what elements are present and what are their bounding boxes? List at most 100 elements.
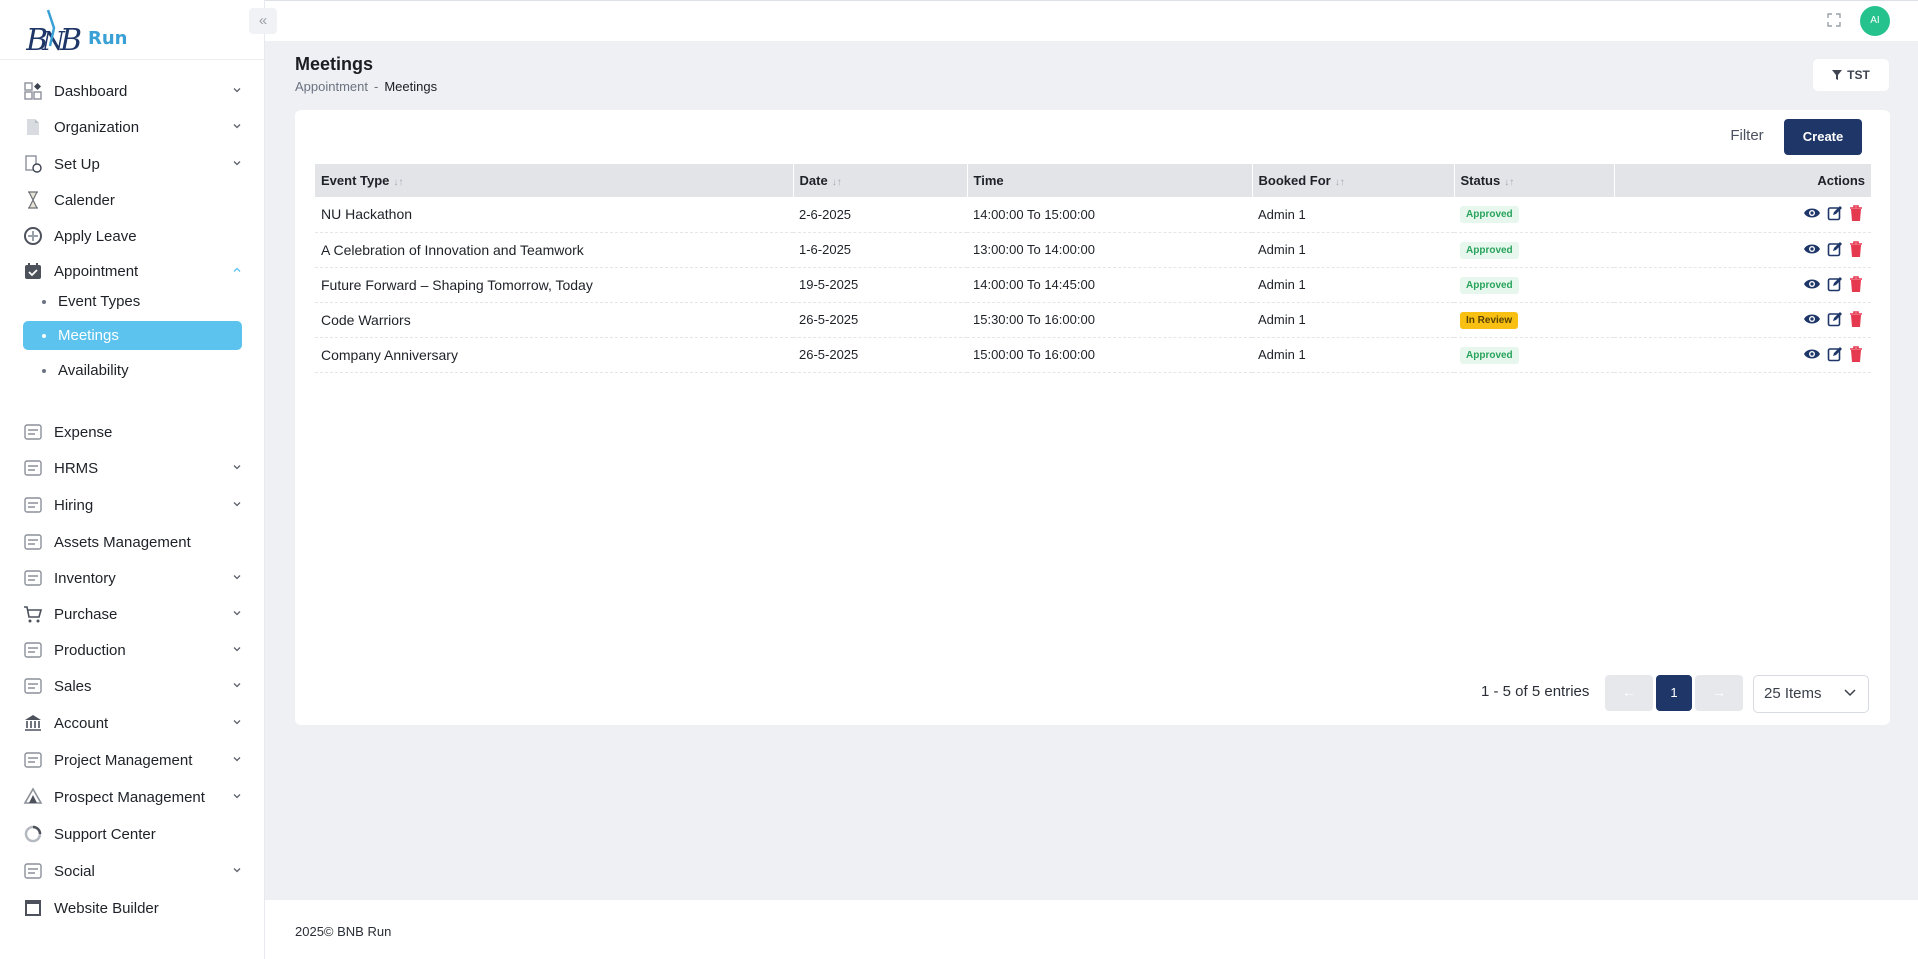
- edit-icon[interactable]: [1827, 276, 1843, 292]
- cell-date: 1-6-2025: [793, 232, 967, 268]
- fullscreen-icon[interactable]: [1825, 11, 1843, 29]
- delete-trash-icon[interactable]: [1849, 240, 1863, 257]
- column-header-status[interactable]: Status ↓↑: [1454, 164, 1615, 197]
- delete-trash-icon[interactable]: [1849, 275, 1863, 292]
- pagination-page-1[interactable]: 1: [1656, 675, 1692, 711]
- dashboard-icon: [23, 81, 43, 101]
- view-eye-icon[interactable]: [1803, 206, 1821, 220]
- sidebar-item-inventory[interactable]: Inventory: [23, 563, 243, 593]
- column-header-booked-for[interactable]: Booked For ↓↑: [1252, 164, 1455, 197]
- sidebar-item-label: Expense: [54, 423, 113, 441]
- cell-booked-for: Admin 1: [1252, 337, 1454, 373]
- sidebar-item-dashboard[interactable]: Dashboard: [23, 76, 243, 106]
- sidebar-item-account[interactable]: Account: [23, 708, 243, 738]
- cell-status: Approved: [1454, 337, 1614, 373]
- pagination-next-button[interactable]: →: [1695, 675, 1743, 711]
- table-row[interactable]: Code Warriors 26-5-2025 15:30:00 To 16:0…: [315, 302, 1871, 338]
- sidebar-subitem-availability[interactable]: Availability: [23, 356, 242, 385]
- sort-icon[interactable]: ↓↑: [1335, 177, 1345, 188]
- social-icon: [23, 861, 43, 881]
- status-badge: Approved: [1460, 276, 1519, 294]
- sidebar-item-hiring[interactable]: Hiring: [23, 490, 243, 520]
- delete-trash-icon[interactable]: [1849, 205, 1863, 222]
- sidebar-item-assets-management[interactable]: Assets Management: [23, 527, 243, 557]
- table-row[interactable]: Company Anniversary 26-5-2025 15:00:00 T…: [315, 337, 1871, 373]
- hiring-icon: [23, 495, 43, 515]
- view-eye-icon[interactable]: [1803, 312, 1821, 326]
- breadcrumb-appointment[interactable]: Appointment: [295, 79, 368, 94]
- sidebar-subitem-meetings[interactable]: Meetings: [23, 321, 242, 350]
- column-header-time: Time: [967, 164, 1253, 197]
- chevron-up-icon: [233, 267, 241, 272]
- chevron-down-icon: [1844, 689, 1856, 697]
- sidebar-item-appointment[interactable]: Appointment: [23, 256, 243, 286]
- sidebar-item-set-up[interactable]: Set Up: [23, 149, 243, 179]
- edit-icon[interactable]: [1827, 241, 1843, 257]
- sidebar-item-apply-leave[interactable]: Apply Leave: [23, 221, 243, 251]
- cell-status: Approved: [1454, 232, 1614, 268]
- sidebar-item-website-builder[interactable]: Website Builder: [23, 893, 243, 923]
- sidebar-item-production[interactable]: Production: [23, 635, 243, 665]
- sort-icon[interactable]: ↓↑: [832, 177, 842, 188]
- sidebar-subitem-event-types[interactable]: Event Types: [23, 287, 242, 316]
- meetings-card: Filter Create Event Type ↓↑ Date ↓↑ Time B…: [295, 110, 1890, 725]
- chevron-down-icon: [233, 575, 241, 580]
- create-button[interactable]: Create: [1784, 119, 1862, 155]
- cell-booked-for: Admin 1: [1252, 267, 1454, 303]
- cell-time: 14:00:00 To 14:45:00: [967, 267, 1252, 303]
- cell-date: 2-6-2025: [793, 197, 967, 233]
- table-row[interactable]: Future Forward – Shaping Tomorrow, Today…: [315, 267, 1871, 303]
- view-eye-icon[interactable]: [1803, 242, 1821, 256]
- sort-icon[interactable]: ↓↑: [393, 177, 403, 188]
- cell-actions: [1614, 337, 1871, 373]
- view-eye-icon[interactable]: [1803, 347, 1821, 361]
- sidebar-item-purchase[interactable]: Purchase: [23, 599, 243, 629]
- cell-status: In Review: [1454, 302, 1614, 338]
- sidebar-item-label: Assets Management: [54, 533, 191, 551]
- tst-filter-button[interactable]: TST: [1813, 59, 1889, 91]
- status-badge: Approved: [1460, 241, 1519, 259]
- table-row[interactable]: NU Hackathon 2-6-2025 14:00:00 To 15:00:…: [315, 197, 1871, 233]
- sidebar-item-calender[interactable]: Calender: [23, 185, 243, 215]
- leave-icon: [23, 226, 43, 246]
- column-header-event-type[interactable]: Event Type ↓↑: [315, 164, 794, 197]
- filter-button[interactable]: Filter: [1713, 120, 1781, 152]
- cell-booked-for: Admin 1: [1252, 302, 1454, 338]
- website-icon: [23, 898, 43, 918]
- sort-icon[interactable]: ↓↑: [1504, 177, 1514, 188]
- table-row[interactable]: A Celebration of Innovation and Teamwork…: [315, 232, 1871, 268]
- edit-icon[interactable]: [1827, 311, 1843, 327]
- sidebar-item-prospect-management[interactable]: Prospect Management: [23, 782, 243, 812]
- sidebar-item-label: Account: [54, 714, 109, 732]
- cell-actions: [1614, 267, 1871, 303]
- cell-date: 26-5-2025: [793, 337, 967, 373]
- sidebar-collapse-button[interactable]: «: [249, 8, 277, 34]
- chevron-down-icon: [233, 720, 241, 725]
- view-eye-icon[interactable]: [1803, 277, 1821, 291]
- cell-event-type: Future Forward – Shaping Tomorrow, Today: [315, 267, 793, 303]
- topbar: AI: [265, 0, 1918, 41]
- sidebar-item-organization[interactable]: Organization: [23, 112, 243, 142]
- cell-actions: [1614, 197, 1871, 233]
- chevron-down-icon: [233, 647, 241, 652]
- column-header-date[interactable]: Date ↓↑: [793, 164, 968, 197]
- edit-icon[interactable]: [1827, 205, 1843, 221]
- sidebar-item-project-management[interactable]: Project Management: [23, 745, 243, 775]
- delete-trash-icon[interactable]: [1849, 310, 1863, 327]
- edit-icon[interactable]: [1827, 346, 1843, 362]
- sidebar-item-label: Set Up: [54, 155, 100, 173]
- sidebar-item-expense[interactable]: Expense: [23, 417, 243, 447]
- pagination-prev-button[interactable]: ←: [1605, 675, 1653, 711]
- cart-icon: [23, 604, 43, 624]
- sidebar-item-support-center[interactable]: Support Center: [23, 819, 243, 849]
- sidebar-item-social[interactable]: Social: [23, 856, 243, 886]
- sidebar-item-label: Appointment: [54, 262, 139, 280]
- sidebar-item-label: Prospect Management: [54, 788, 205, 806]
- delete-trash-icon[interactable]: [1849, 345, 1863, 362]
- brand-logo[interactable]: B N B Run: [0, 0, 264, 60]
- items-per-page-select[interactable]: 25 Items: [1753, 675, 1869, 713]
- cell-actions: [1614, 232, 1871, 268]
- sidebar-item-sales[interactable]: Sales: [23, 671, 243, 701]
- sidebar-item-hrms[interactable]: HRMS: [23, 453, 243, 483]
- avatar[interactable]: AI: [1860, 6, 1890, 36]
